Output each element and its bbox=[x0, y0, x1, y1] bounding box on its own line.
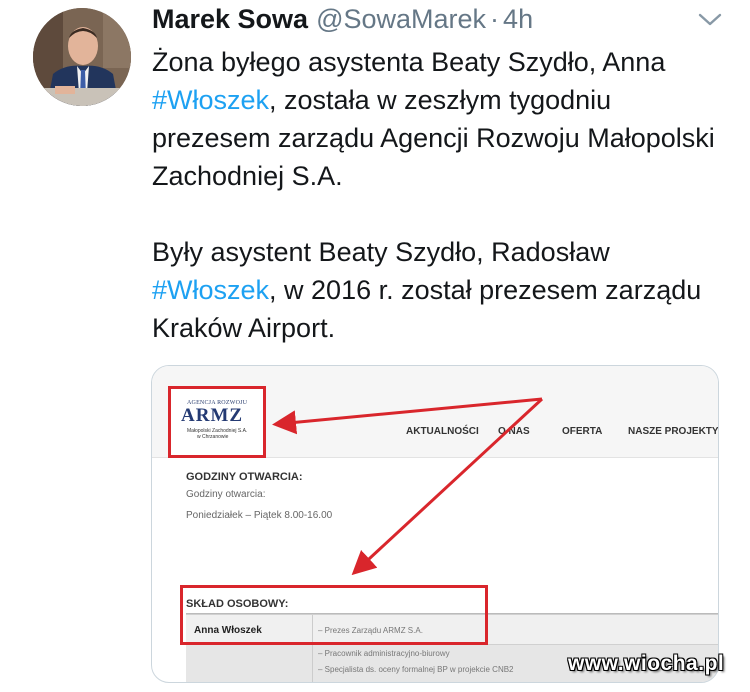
tweet-text: Żona byłego asystenta Beaty Szydło, Anna… bbox=[152, 43, 732, 347]
watermark: www.wiocha.pl bbox=[568, 652, 725, 675]
author-handle[interactable]: @SowaMarek bbox=[316, 4, 486, 35]
chevron-down-icon[interactable] bbox=[694, 8, 726, 32]
red-arrows-annotation bbox=[272, 397, 544, 576]
tweet-header: Marek Sowa @SowaMarek · 4h bbox=[152, 4, 533, 38]
tweet-text-segment: Były asystent Beaty Szydło, Radosław bbox=[152, 237, 610, 267]
author-name[interactable]: Marek Sowa bbox=[152, 4, 308, 35]
tweet-timestamp[interactable]: 4h bbox=[503, 4, 533, 35]
arrow-to-staff bbox=[351, 397, 544, 576]
author-avatar[interactable] bbox=[33, 8, 131, 106]
separator-dot: · bbox=[490, 4, 500, 34]
tweet-text-segment: Żona byłego asystenta Beaty Szydło, Anna bbox=[152, 47, 666, 77]
arrow-to-logo bbox=[272, 397, 543, 435]
tweet-media-image[interactable]: AGENCJA ROZWOJU ARMZ Małopolski Zachodni… bbox=[151, 365, 719, 683]
tweet-paragraph-2: Były asystent Beaty Szydło, Radosław #Wł… bbox=[152, 233, 732, 347]
tweet-paragraph-1: Żona byłego asystenta Beaty Szydło, Anna… bbox=[152, 43, 732, 195]
hashtag-link[interactable]: #Włoszek bbox=[152, 275, 269, 305]
hashtag-link[interactable]: #Włoszek bbox=[152, 85, 269, 115]
